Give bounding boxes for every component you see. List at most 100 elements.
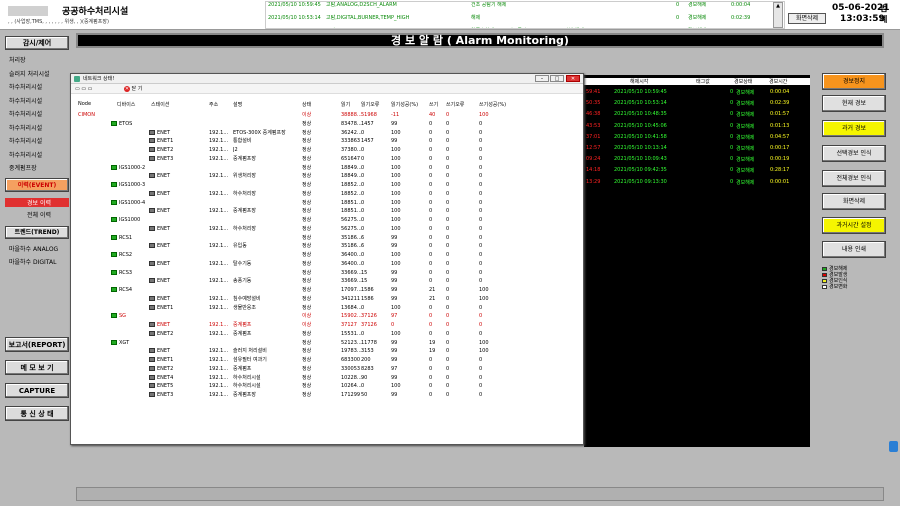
- network-node-row[interactable]: ENET 192.1... 탈수기동 정상 36400... 0 100 0 0 0: [71, 260, 583, 269]
- column-header[interactable]: 설명: [233, 101, 242, 108]
- network-node-row[interactable]: ENET 192.1... 하수처리장 정상 56275... 0 100 0 0 0: [71, 225, 583, 234]
- all-history-link[interactable]: 전체 이력: [5, 210, 69, 219]
- dialog-titlebar[interactable]: 네트워크 상태! – □ ✕: [71, 74, 583, 84]
- network-node-row[interactable]: RCS1 정상 35186... 6 99 0 0 0: [71, 234, 583, 243]
- column-header[interactable]: 스테이션: [151, 101, 169, 108]
- right-panel-button[interactable]: 과거시간 설정: [822, 217, 886, 234]
- network-node-row[interactable]: XGT 정상 52123... 11778 99 19 0 100: [71, 339, 583, 348]
- network-node-row[interactable]: ENET 192.1... 위생처리장 정상 18849... 0 100 0 0 0: [71, 172, 583, 181]
- column-header[interactable]: 읽기오류: [361, 101, 379, 108]
- chat-icon[interactable]: [889, 441, 898, 452]
- network-node-row[interactable]: IGS1000-4 정상 18851... 0 100 0 0 0: [71, 199, 583, 208]
- right-panel-button[interactable]: 현재 경보: [822, 95, 886, 112]
- sidebar-link[interactable]: 처리장: [5, 55, 69, 64]
- alarm-grid[interactable]: 해제시각 태그값 경보상태 경보시간 59:41 2021/05/10 10:59…: [584, 75, 810, 447]
- column-header[interactable]: 쓰기오류: [446, 101, 464, 108]
- comm-status-button[interactable]: 통 신 상 태: [5, 406, 69, 421]
- column-header[interactable]: 주소: [209, 101, 218, 108]
- ticker-row[interactable]: 2021/05/10 10:59:45 고탐,ANALOG,D2SCH_ALARM…: [266, 2, 784, 8]
- network-node-row[interactable]: SG 이상 15902... 37126 97 0 0 0: [71, 312, 583, 321]
- sidebar-link[interactable]: 하수처리시설: [5, 150, 69, 159]
- delete-screen-button[interactable]: 화면삭제: [788, 13, 826, 24]
- network-node-row[interactable]: IGS1000 정상 56275... 0 100 0 0 0: [71, 216, 583, 225]
- network-node-row[interactable]: ENET2 192.1... 중계펌프 정상 330053 8283 97 0 0 0: [71, 365, 583, 374]
- capture-button[interactable]: CAPTURE: [5, 383, 69, 398]
- network-node-row[interactable]: ENET 192.1... 슬러지 처리설비 정상 19783... 3153 99 19 0 1…: [71, 347, 583, 356]
- right-panel-button[interactable]: 화면삭제: [822, 193, 886, 210]
- toolbar-icons[interactable]: ▭ ▭ ▭: [75, 86, 92, 92]
- alarm-grid-row[interactable]: 59:41 2021/05/10 10:59:45 0 경보해제 0:00:04: [584, 89, 810, 100]
- network-node-row[interactable]: ENET3 192.1... 중계펌프장 정상 651647 0 100 0 0 0: [71, 155, 583, 164]
- column-header[interactable]: 디바이스: [117, 101, 135, 108]
- alarm-grid-row[interactable]: 43:53 2021/05/10 10:45:06 0 경보해제 0:01:13: [584, 123, 810, 134]
- network-node-row[interactable]: IGS1000-2 정상 18849... 0 100 0 0 0: [71, 164, 583, 173]
- network-node-row[interactable]: ENET3 192.1... 중계펌프장 정상 171299 50 99 0 0 0: [71, 391, 583, 400]
- network-node-row[interactable]: ENET 192.1... 송풍기동 정상 33669... 15 99 0 0 0: [71, 277, 583, 286]
- sidebar-link[interactable]: 하수처리시설: [5, 96, 69, 105]
- column-header[interactable]: 쓰기: [429, 101, 438, 108]
- trend-analog-link[interactable]: 마을하수 ANALOG: [5, 244, 69, 253]
- column-header[interactable]: 읽기성공(%): [391, 101, 418, 108]
- trend-digital-link[interactable]: 마을하수 DIGITAL: [5, 257, 69, 266]
- alarm-grid-row[interactable]: 50:35 2021/05/10 10:53:14 0 경보해제 0:02:39: [584, 100, 810, 111]
- network-node-row[interactable]: ENET5 192.1... 하수처리시설 정상 10264... 0 100 0 0 0: [71, 382, 583, 391]
- sidebar-link[interactable]: 하수처리시설: [5, 123, 69, 132]
- network-node-row[interactable]: ETOS 정상 83478... 1457 99 0 0 0: [71, 120, 583, 129]
- column-header[interactable]: Node: [78, 101, 91, 107]
- alarm-grid-row[interactable]: 37:01 2021/05/10 10:41:58 0 경보해제 0:04:57: [584, 134, 810, 145]
- right-panel-button[interactable]: 전체경보 인식: [822, 170, 886, 187]
- right-panel-button[interactable]: 경보정지: [822, 73, 886, 90]
- network-node-row[interactable]: CIMON 이상 38888... 51968 -11 40 0 100: [71, 111, 583, 120]
- network-node-row[interactable]: ENET2 192.1... 중계펌프 정상 15531... 0 100 0 0 0: [71, 330, 583, 339]
- network-node-row[interactable]: ENET 192.1... 하수처리장 정상 18852... 0 100 0 0 0: [71, 190, 583, 199]
- alarm-grid-row[interactable]: 46:38 2021/05/10 10:48:35 0 경보해제 0:01:57: [584, 111, 810, 122]
- column-header[interactable]: 상태: [302, 101, 311, 108]
- network-node-row[interactable]: ENET1 192.1... 생물반응조 정상 13684... 0 100 0 0 0: [71, 304, 583, 313]
- memo-button[interactable]: 메 모 보 기: [5, 360, 69, 375]
- right-panel-button[interactable]: 내용 인쇄: [822, 241, 886, 258]
- alarm-grid-row[interactable]: 14:18 2021/05/10 09:42:35 0 경보해제 0:28:17: [584, 167, 810, 178]
- close-button[interactable]: 닫 기: [132, 86, 143, 92]
- column-header[interactable]: 읽기: [341, 101, 350, 108]
- alarm-grid-row[interactable]: 09:24 2021/05/10 10:09:43 0 경보해제 0:00:19: [584, 156, 810, 167]
- sidebar-link[interactable]: 하수처리시설: [5, 109, 69, 118]
- alarm-grid-row[interactable]: 13:29 2021/05/10 09:13:30 0 경보해제 0:00:01: [584, 179, 810, 190]
- network-node-row[interactable]: ENET4 192.1... 하수처리시설 정상 10228... 90 99 0 0 0: [71, 374, 583, 383]
- network-node-row[interactable]: IGS1000-3 정상 18852... 0 100 0 0 0: [71, 181, 583, 190]
- sidebar-link[interactable]: 슬러지 처리시설: [5, 69, 69, 78]
- cell-rd: 330053: [341, 365, 361, 372]
- monitor-control-button[interactable]: 감시/제어: [5, 36, 69, 50]
- network-node-row[interactable]: ENET2 192.1... J2 정상 37380... 0 100 0 0 0: [71, 146, 583, 155]
- sidebar-link[interactable]: 하수처리시설: [5, 136, 69, 145]
- alarm-history-link[interactable]: 경보 이력: [5, 198, 69, 207]
- alarm-ticker[interactable]: 2021/05/10 10:59:45 고탐,ANALOG,D2SCH_ALARM…: [265, 1, 785, 29]
- network-node-row[interactable]: ENET 192.1... ETOS-300X 중계펌프장 정상 36242... 0 10…: [71, 129, 583, 138]
- event-history-button[interactable]: 이력(EVENT): [5, 178, 69, 192]
- report-button[interactable]: 보고서(REPORT): [5, 337, 69, 352]
- right-panel-button[interactable]: 선택경보 인식: [822, 145, 886, 162]
- ticker-row[interactable]: 2021/05/10 10:53:14 고탐,DIGITAL,BURNER,TEM…: [266, 15, 784, 21]
- ticker-row[interactable]: 2021/05/10 09:42:35 고탐,DIGITAL,F398,TRIP 열…: [266, 28, 784, 29]
- sidebar-link[interactable]: 중계펌프장: [5, 163, 69, 172]
- close-x-icon[interactable]: ✕: [123, 86, 130, 92]
- network-node-row[interactable]: ENET 192.1... 침수예방설비 정상 341211 1586 99 21 0 100: [71, 295, 583, 304]
- close-icon[interactable]: ✕: [566, 75, 580, 82]
- ticker-scroll-up-icon[interactable]: ▲: [773, 2, 783, 28]
- network-node-row[interactable]: RCS4 정상 17097... 1586 99 21 0 100: [71, 286, 583, 295]
- network-node-row[interactable]: ENET1 192.1... 통합설비 정상 333863 1457 99 0 0 0: [71, 137, 583, 146]
- network-status-dialog[interactable]: 네트워크 상태! – □ ✕ ▭ ▭ ▭ ✕ 닫 기 Node 디바이스 스테이션 주…: [70, 73, 584, 445]
- trend-button[interactable]: 트렌드(TREND): [5, 226, 69, 239]
- minimize-icon[interactable]: –: [535, 75, 549, 82]
- maximize-icon[interactable]: □: [550, 75, 564, 82]
- network-node-row[interactable]: ENET 192.1... 유입동 정상 35186... 6 99 0 0 0: [71, 242, 583, 251]
- legend-label[interactable]: 범례: [880, 3, 887, 25]
- network-node-row[interactable]: ENET 192.1... 중계펌프 이상 37127 37126 0 0 0 0: [71, 321, 583, 330]
- sidebar-link[interactable]: 하수처리시설: [5, 82, 69, 91]
- network-node-row[interactable]: RCS2 정상 36400... 0 100 0 0 0: [71, 251, 583, 260]
- alarm-grid-row[interactable]: 12:57 2021/05/10 10:13:14 0 경보해제 0:00:17: [584, 145, 810, 156]
- network-node-row[interactable]: ENET1 192.1... 섬유필터 여과기 정상 683300 200 99 0 0 0: [71, 356, 583, 365]
- network-node-row[interactable]: ENET 192.1... 중계펌프장 정상 18851... 0 100 0 0 0: [71, 207, 583, 216]
- column-header[interactable]: 쓰기성공(%): [479, 101, 506, 108]
- right-panel-button[interactable]: 과거 경보: [822, 120, 886, 137]
- network-node-row[interactable]: RCS3 정상 33669... 15 99 0 0 0: [71, 269, 583, 278]
